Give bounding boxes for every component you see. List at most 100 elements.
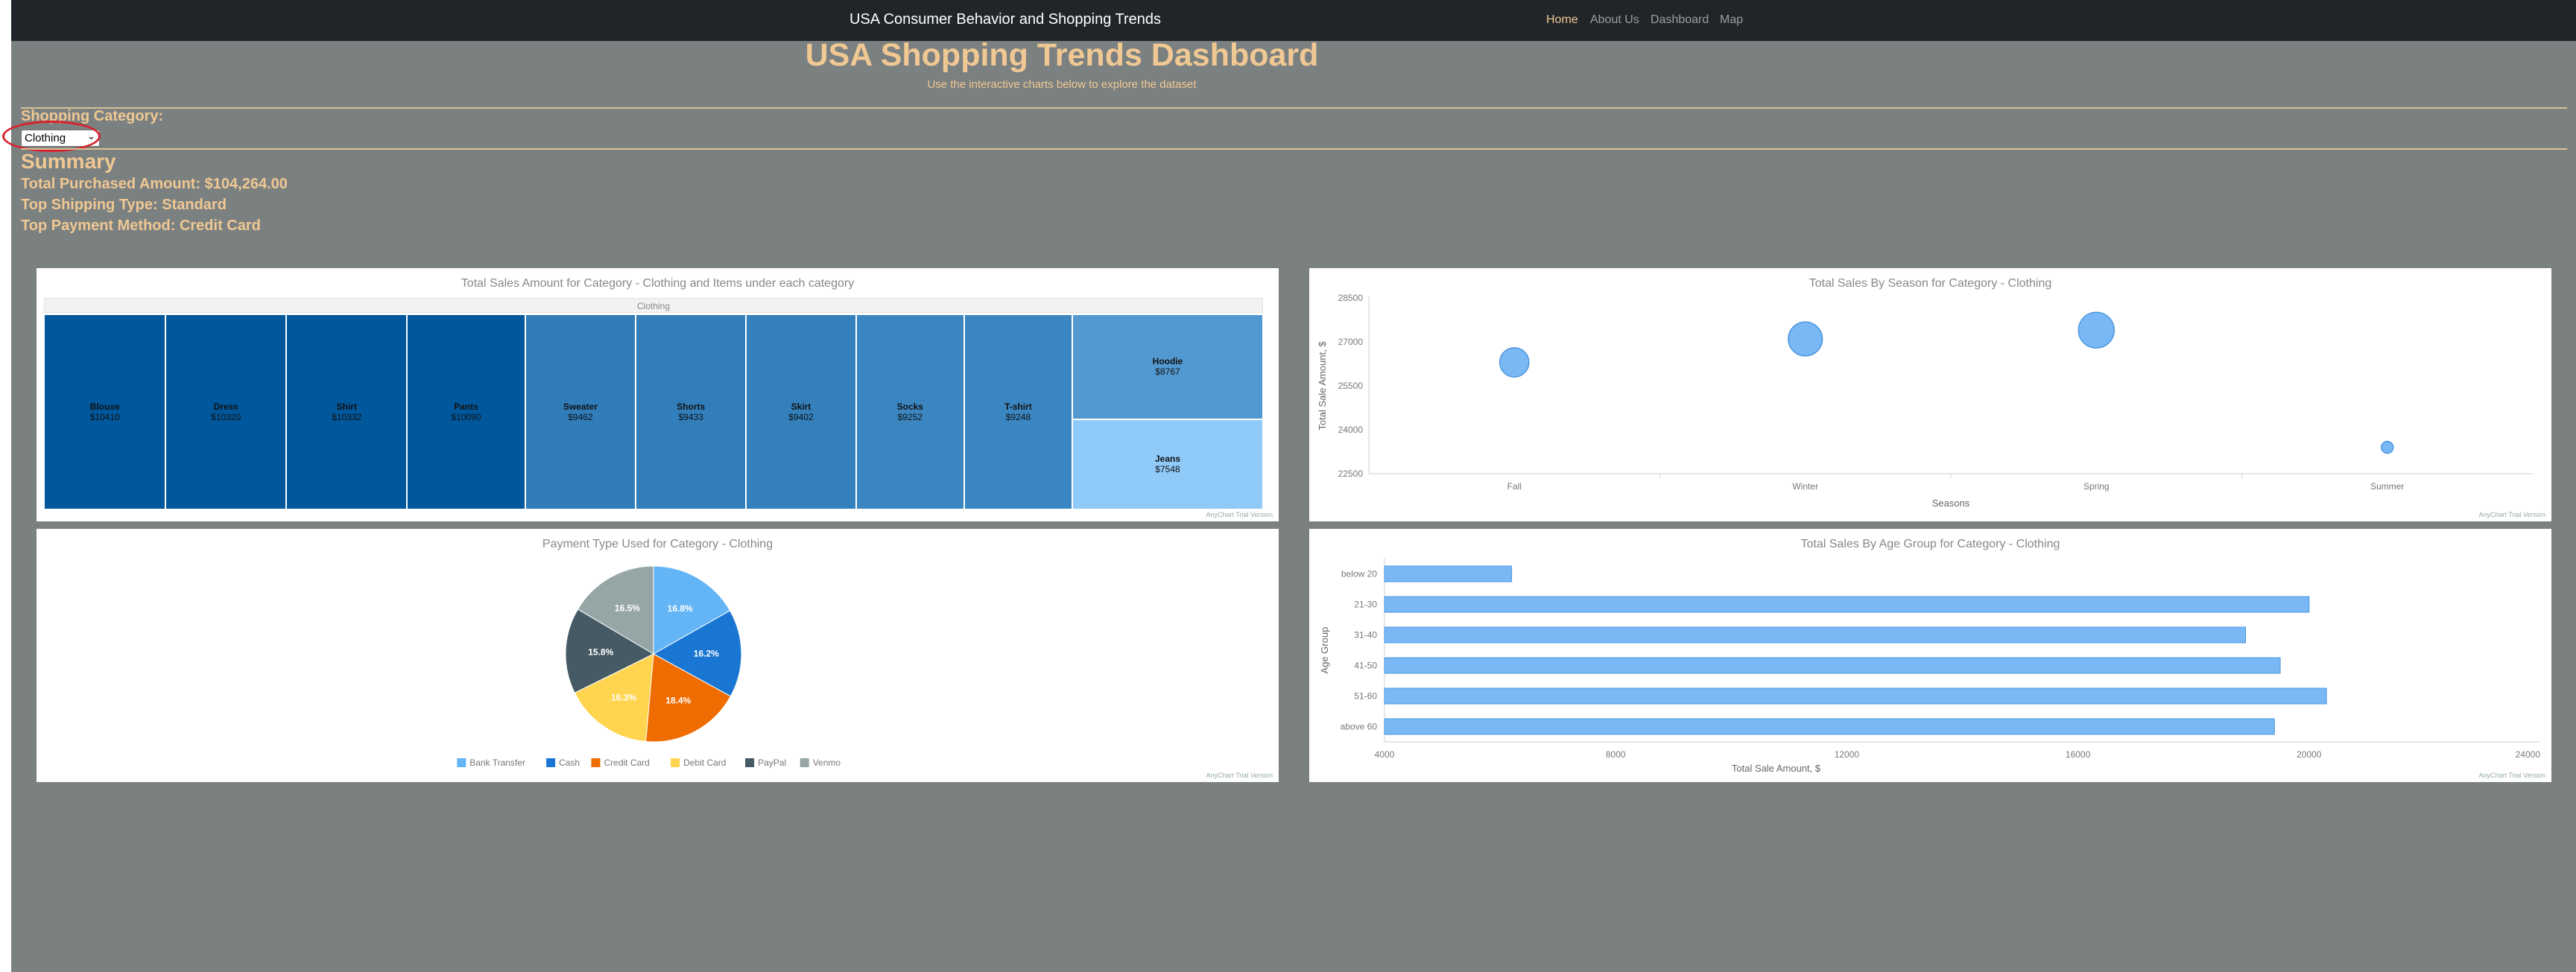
divider-bottom <box>21 148 2567 150</box>
pie-slice-label: 18.4% <box>665 695 691 705</box>
y-tick-label: 27000 <box>1338 337 1364 347</box>
treemap-tile[interactable]: T-shirt $9248 <box>963 314 1072 509</box>
treemap-tile-name: Dress <box>213 401 238 412</box>
x-tick-label: 24000 <box>2516 749 2541 760</box>
legend-label: Cash <box>559 757 580 768</box>
legend-swatch <box>591 758 601 767</box>
category-select[interactable]: Clothing ⌄ <box>21 130 100 147</box>
treemap-tile[interactable]: Pants $10090 <box>407 314 525 509</box>
age-panel: Total Sales By Age Group for Category - … <box>1309 529 2551 782</box>
y-tick-label: 24000 <box>1338 425 1364 435</box>
age-bar <box>1384 718 2275 735</box>
treemap-panel: Total Sales Amount for Category - Clothi… <box>37 268 1279 521</box>
pie-slice-label: 16.5% <box>615 603 640 614</box>
x-tick-label: Winter <box>1792 481 1818 492</box>
treemap-tile-value: $10332 <box>332 412 362 422</box>
treemap-tile-name: Pants <box>454 401 478 412</box>
season-point <box>1788 321 1823 357</box>
treemap-tile[interactable]: Hoodie $8767 <box>1072 314 1263 419</box>
trial-watermark: AnyChart Trial Version <box>1206 511 1273 518</box>
nav-link-dashboard[interactable]: Dashboard <box>1651 13 1709 27</box>
y-tick-label: 28500 <box>1338 293 1364 303</box>
x-tick-label: Fall <box>1507 481 1522 492</box>
legend-swatch <box>671 758 680 767</box>
summary-heading: Summary <box>21 150 116 173</box>
x-tick-label: 4000 <box>1375 749 1395 760</box>
x-tick-label: 12000 <box>1835 749 1860 760</box>
navbar-brand[interactable]: USA Consumer Behavior and Shopping Trend… <box>849 11 1161 28</box>
y-tick-label: 31-40 <box>1354 630 1377 641</box>
treemap-tile[interactable]: Skirt $9402 <box>746 314 856 509</box>
y-tick-label: 21-30 <box>1354 600 1377 610</box>
treemap-tile-name: T-shirt <box>1004 401 1032 412</box>
legend-label: Venmo <box>813 757 841 768</box>
category-filter-label: Shopping Category: <box>21 108 164 124</box>
payment-panel: Payment Type Used for Category - Clothin… <box>37 529 1279 782</box>
y-tick-label: 41-50 <box>1354 661 1377 671</box>
chevron-down-icon: ⌄ <box>87 130 95 142</box>
treemap-tile-value: $7548 <box>1155 464 1180 475</box>
pie-slice-label: 16.3% <box>611 692 636 702</box>
treemap-tile-value: $8767 <box>1155 366 1180 378</box>
age-bar <box>1384 596 2310 613</box>
season-point <box>2381 440 2394 454</box>
treemap-tile[interactable]: Socks $9252 <box>855 314 964 509</box>
treemap-title: Total Sales Amount for Category - Clothi… <box>461 277 855 290</box>
treemap-tile[interactable]: Shorts $9433 <box>636 314 747 509</box>
age-bar <box>1384 565 1513 582</box>
pie-slice-label: 15.8% <box>588 647 613 657</box>
x-axis-title: Seasons <box>1932 498 1970 509</box>
trial-watermark: AnyChart Trial Version <box>1206 772 1273 779</box>
legend-label: Bank Transfer <box>469 757 525 768</box>
treemap-tile-name: Sweater <box>563 401 598 412</box>
treemap-tile-name: Jeans <box>1154 454 1180 465</box>
treemap-tile[interactable]: Blouse $10410 <box>44 314 166 509</box>
nav-link-about-us[interactable]: About Us <box>1590 13 1639 27</box>
treemap-tile-value: $9462 <box>568 412 593 422</box>
pie-slice-label: 16.2% <box>694 649 719 659</box>
summary-total: Total Purchased Amount: $104,264.00 <box>21 176 288 192</box>
treemap-tile-name: Socks <box>896 401 923 412</box>
y-axis-title: Total Sale Amount, $ <box>1317 341 1328 431</box>
legend-swatch <box>457 758 466 767</box>
y-axis-title: Age Group <box>1319 627 1330 674</box>
navbar: USA Consumer Behavior and Shopping Trend… <box>11 0 2576 41</box>
treemap-tile-name: Shirt <box>336 401 357 412</box>
season-point <box>2077 311 2115 349</box>
season-point <box>1499 347 1530 378</box>
page-subtitle: Use the interactive charts below to expl… <box>927 78 1197 91</box>
x-tick-label: Summer <box>2370 481 2404 492</box>
legend-label: Credit Card <box>604 757 650 768</box>
y-tick-label: 22500 <box>1338 468 1364 479</box>
y-tick-label: 25500 <box>1338 381 1364 391</box>
pie-slice-label: 16.8% <box>668 603 693 614</box>
treemap-tile[interactable]: Dress $10320 <box>165 314 287 509</box>
category-select-value: Clothing <box>25 132 66 144</box>
treemap-root-label: Clothing <box>44 298 1263 313</box>
summary-shipping: Top Shipping Type: Standard <box>21 197 227 213</box>
treemap-tile[interactable]: Sweater $9462 <box>525 314 636 509</box>
treemap-tile-value: $9248 <box>1005 412 1031 422</box>
divider-top <box>21 107 2567 109</box>
x-tick-label: 8000 <box>1606 749 1626 760</box>
nav-link-map[interactable]: Map <box>1720 13 1743 27</box>
season-chart: 22500 24000 25500 27000 28500 Fall Winter Sprin… <box>1317 293 2533 509</box>
treemap-tile-name: Blouse <box>89 401 120 412</box>
age-bar <box>1384 626 2246 644</box>
treemap-tile[interactable]: Jeans $7548 <box>1072 419 1263 509</box>
trial-watermark: AnyChart Trial Version <box>2478 511 2545 518</box>
treemap-tile-name: Skirt <box>791 401 811 412</box>
y-tick-label: 51-60 <box>1354 691 1377 702</box>
treemap-tile[interactable]: Shirt $10332 <box>286 314 408 509</box>
legend-label: Debit Card <box>683 757 726 768</box>
x-tick-label: 16000 <box>2066 749 2091 760</box>
y-tick-label: above 60 <box>1341 722 1378 732</box>
legend-swatch <box>800 758 809 767</box>
nav-link-home[interactable]: Home <box>1546 13 1578 27</box>
treemap-tile-name: Hoodie <box>1152 356 1183 367</box>
treemap-tile-value: $9252 <box>897 412 923 422</box>
x-tick-label: Spring <box>2083 481 2110 492</box>
treemap-tile-value: $9433 <box>678 412 703 422</box>
treemap-tile-value: $10320 <box>211 412 241 422</box>
treemap-area: Blouse $10410 Dress $10320 Shirt $10332 Pants $… <box>44 314 1263 509</box>
